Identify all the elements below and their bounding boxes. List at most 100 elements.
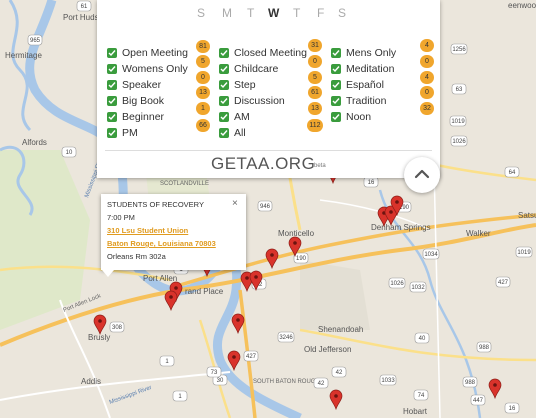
checkbox-checked-icon[interactable]: [219, 64, 229, 74]
route-shield: 42: [336, 370, 343, 376]
filter-count-badge: 4: [420, 71, 434, 84]
checkbox-checked-icon[interactable]: [107, 48, 117, 58]
filter-am[interactable]: AM: [219, 110, 250, 124]
place-label: rand Place: [185, 287, 224, 296]
checkbox-checked-icon[interactable]: [107, 128, 117, 138]
route-shield: 42: [318, 381, 325, 387]
day-wednesday[interactable]: W: [268, 6, 279, 20]
route-shield: 1019: [517, 250, 531, 256]
checkbox-checked-icon[interactable]: [107, 80, 117, 90]
filter-noon[interactable]: Noon: [331, 110, 371, 124]
filter-label: Womens Only: [122, 63, 188, 75]
route-shield: 64: [509, 170, 516, 176]
filter-label: Discussion: [234, 95, 285, 107]
meeting-address-link[interactable]: 310 Lsu Student Union: [107, 226, 188, 235]
checkbox-checked-icon[interactable]: [331, 48, 341, 58]
meeting-city-link[interactable]: Baton Rouge, Louisiana 70803: [107, 239, 216, 248]
filter-label: Childcare: [234, 63, 279, 75]
filter-open-meeting[interactable]: Open Meeting: [107, 46, 188, 60]
route-shield: 3246: [279, 335, 293, 341]
place-label: Old Jefferson: [304, 345, 351, 354]
place-label: eenwood: [508, 1, 536, 10]
filter-count-badge: 0: [308, 55, 322, 68]
route-shield: 1026: [452, 139, 466, 145]
filter-label: Noon: [346, 111, 372, 123]
filter-count-badge: 13: [308, 102, 322, 115]
day-tuesday[interactable]: T: [247, 6, 254, 20]
checkbox-checked-icon[interactable]: [219, 128, 229, 138]
route-shield: 10: [66, 150, 73, 156]
day-sunday[interactable]: S: [197, 6, 205, 20]
place-label: Monticello: [278, 229, 315, 238]
panel-divider: [105, 150, 432, 151]
checkbox-checked-icon[interactable]: [331, 96, 341, 106]
checkbox-checked-icon[interactable]: [219, 112, 229, 122]
place-label: Addis: [81, 377, 101, 386]
checkbox-checked-icon[interactable]: [107, 64, 117, 74]
route-shield: 447: [473, 398, 484, 404]
checkbox-checked-icon[interactable]: [331, 112, 341, 122]
filter-big-book[interactable]: Big Book: [107, 94, 164, 108]
map-urban-area: [300, 260, 370, 330]
route-shield: 988: [479, 345, 490, 351]
filter-meditation[interactable]: Meditation: [331, 62, 394, 76]
filter-count-badge: 5: [196, 55, 210, 68]
checkbox-checked-icon[interactable]: [107, 96, 117, 106]
filter-mens-only[interactable]: Mens Only: [331, 46, 396, 60]
checkbox-checked-icon[interactable]: [219, 96, 229, 106]
filter-label: Speaker: [122, 79, 162, 91]
day-thursday[interactable]: T: [293, 6, 300, 20]
filter-label: Meditation: [346, 63, 395, 75]
route-shield: 190: [296, 256, 307, 262]
route-shield: 63: [456, 87, 463, 93]
brand-logo: GETAA.ORG: [211, 154, 316, 173]
checkbox-checked-icon[interactable]: [107, 112, 117, 122]
filter-beginner[interactable]: Beginner: [107, 110, 164, 124]
route-shield: 427: [246, 354, 257, 360]
filter-label: Open Meeting: [122, 47, 188, 59]
day-selector: S M T W T F S: [97, 6, 440, 22]
filter-all[interactable]: All: [219, 126, 246, 140]
checkbox-checked-icon[interactable]: [331, 64, 341, 74]
route-shield: 73: [211, 370, 218, 376]
filter-panel: S M T W T F S Open Meeting 81 Womens Onl…: [97, 0, 440, 178]
day-friday[interactable]: F: [317, 6, 324, 20]
collapse-panel-button[interactable]: [404, 157, 440, 193]
filter-pm[interactable]: PM: [107, 126, 138, 140]
day-monday[interactable]: M: [222, 6, 232, 20]
filter-label: Tradition: [346, 95, 387, 107]
filter-step[interactable]: Step: [219, 78, 256, 92]
close-icon[interactable]: ×: [232, 198, 238, 209]
filter-tradition[interactable]: Tradition: [331, 94, 386, 108]
route-shield: 1256: [452, 47, 466, 53]
chevron-up-icon: [414, 166, 430, 184]
info-window-pointer: [102, 270, 114, 277]
filter-count-badge: 1: [196, 102, 210, 115]
filter-womens-only[interactable]: Womens Only: [107, 62, 188, 76]
day-saturday[interactable]: S: [338, 6, 346, 20]
checkbox-checked-icon[interactable]: [219, 48, 229, 58]
filter-speaker[interactable]: Speaker: [107, 78, 161, 92]
place-label: Satsu: [518, 211, 536, 220]
checkbox-checked-icon[interactable]: [331, 80, 341, 90]
route-shield: 965: [30, 38, 41, 44]
meeting-info-window: STUDENTS OF RECOVERY 7:00 PM 310 Lsu Stu…: [101, 194, 246, 270]
filter-discussion[interactable]: Discussion: [219, 94, 285, 108]
route-shield: 1032: [411, 285, 425, 291]
filter-childcare[interactable]: Childcare: [219, 62, 278, 76]
route-shield: 1034: [424, 252, 438, 258]
filter-count-badge: 81: [196, 40, 210, 53]
filter-count-badge: 5: [308, 71, 322, 84]
meeting-name: STUDENTS OF RECOVERY: [107, 200, 204, 209]
route-shield: 1033: [381, 378, 395, 384]
meeting-room: Orleans Rm 302a: [107, 252, 166, 261]
filter-count-badge: 4: [420, 39, 434, 52]
checkbox-checked-icon[interactable]: [219, 80, 229, 90]
filter-count-badge: 66: [196, 119, 210, 132]
route-shield: 308: [112, 325, 123, 331]
place-label: SCOTLANDVILLE: [160, 181, 209, 187]
filter-label: Closed Meeting: [234, 47, 307, 59]
filter-count-badge: 61: [308, 86, 322, 99]
filter-espanol[interactable]: Español: [331, 78, 384, 92]
filter-closed-meeting[interactable]: Closed Meeting: [219, 46, 307, 60]
